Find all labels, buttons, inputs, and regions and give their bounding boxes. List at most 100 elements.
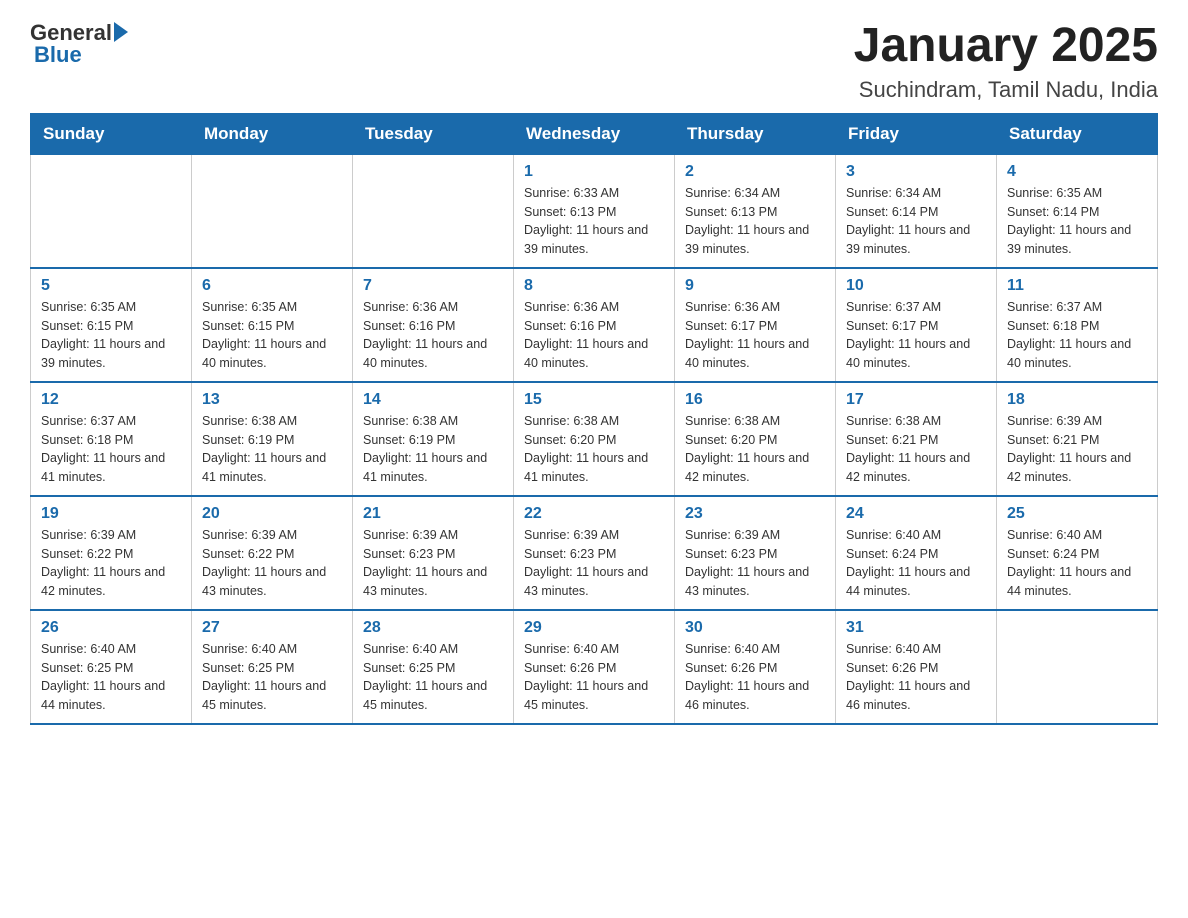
calendar-cell: 12Sunrise: 6:37 AM Sunset: 6:18 PM Dayli… <box>31 382 192 496</box>
calendar-cell: 8 Sunrise: 6:36 AM Sunset: 6:16 PM Daylig… <box>514 268 675 382</box>
day-number: 31 <box>846 619 986 637</box>
day-info: Sunrise: 6:35 AM Sunset: 6:15 PM Dayligh… <box>202 298 342 373</box>
day-number: 1 <box>524 163 664 181</box>
day-number: 3 <box>846 163 986 181</box>
calendar-cell <box>31 154 192 268</box>
calendar-cell <box>192 154 353 268</box>
calendar-cell: 13 Sunrise: 6:38 AM Sunset: 6:19 PM Dayli… <box>192 382 353 496</box>
page-header: General Blue January 2025 Suchindram, Ta… <box>30 20 1158 103</box>
logo-arrow-icon <box>114 22 128 42</box>
day-info: Sunrise: 6:33 AM Sunset: 6:13 PM Dayligh… <box>524 184 664 259</box>
calendar-cell: 15Sunrise: 6:38 AM Sunset: 6:20 PM Dayli… <box>514 382 675 496</box>
day-info: Sunrise: 6:34 AM Sunset: 6:13 PM Dayligh… <box>685 184 825 259</box>
day-number: 5 <box>41 277 181 295</box>
calendar-cell: 21 Sunrise: 6:39 AM Sunset: 6:23 PM Dayli… <box>353 496 514 610</box>
column-header-monday: Monday <box>192 113 353 154</box>
calendar-subtitle: Suchindram, Tamil Nadu, India <box>854 77 1158 103</box>
day-info: Sunrise: 6:39 AM Sunset: 6:21 PM Dayligh… <box>1007 412 1147 487</box>
logo: General Blue <box>30 20 128 68</box>
calendar-cell: 23Sunrise: 6:39 AM Sunset: 6:23 PM Dayli… <box>675 496 836 610</box>
column-header-thursday: Thursday <box>675 113 836 154</box>
day-info: Sunrise: 6:40 AM Sunset: 6:24 PM Dayligh… <box>846 526 986 601</box>
calendar-cell: 26 Sunrise: 6:40 AM Sunset: 6:25 PM Dayli… <box>31 610 192 724</box>
calendar-cell: 25Sunrise: 6:40 AM Sunset: 6:24 PM Dayli… <box>997 496 1158 610</box>
calendar-cell: 24Sunrise: 6:40 AM Sunset: 6:24 PM Dayli… <box>836 496 997 610</box>
day-info: Sunrise: 6:39 AM Sunset: 6:22 PM Dayligh… <box>202 526 342 601</box>
calendar-cell: 14 Sunrise: 6:38 AM Sunset: 6:19 PM Dayli… <box>353 382 514 496</box>
column-header-friday: Friday <box>836 113 997 154</box>
calendar-cell: 27 Sunrise: 6:40 AM Sunset: 6:25 PM Dayli… <box>192 610 353 724</box>
calendar-cell: 17 Sunrise: 6:38 AM Sunset: 6:21 PM Dayli… <box>836 382 997 496</box>
calendar-title-area: January 2025 Suchindram, Tamil Nadu, Ind… <box>854 20 1158 103</box>
day-info: Sunrise: 6:40 AM Sunset: 6:25 PM Dayligh… <box>41 640 181 715</box>
day-number: 10 <box>846 277 986 295</box>
day-number: 13 <box>202 391 342 409</box>
day-number: 16 <box>685 391 825 409</box>
calendar-week-row: 12Sunrise: 6:37 AM Sunset: 6:18 PM Dayli… <box>31 382 1158 496</box>
day-number: 12 <box>41 391 181 409</box>
day-number: 8 <box>524 277 664 295</box>
calendar-week-row: 26 Sunrise: 6:40 AM Sunset: 6:25 PM Dayli… <box>31 610 1158 724</box>
day-info: Sunrise: 6:36 AM Sunset: 6:16 PM Dayligh… <box>363 298 503 373</box>
calendar-cell: 22 Sunrise: 6:39 AM Sunset: 6:23 PM Dayli… <box>514 496 675 610</box>
day-info: Sunrise: 6:38 AM Sunset: 6:19 PM Dayligh… <box>202 412 342 487</box>
day-number: 7 <box>363 277 503 295</box>
calendar-cell: 7 Sunrise: 6:36 AM Sunset: 6:16 PM Daylig… <box>353 268 514 382</box>
day-number: 25 <box>1007 505 1147 523</box>
calendar-cell: 10 Sunrise: 6:37 AM Sunset: 6:17 PM Dayli… <box>836 268 997 382</box>
day-number: 14 <box>363 391 503 409</box>
calendar-cell: 19Sunrise: 6:39 AM Sunset: 6:22 PM Dayli… <box>31 496 192 610</box>
calendar-cell: 20Sunrise: 6:39 AM Sunset: 6:22 PM Dayli… <box>192 496 353 610</box>
day-info: Sunrise: 6:38 AM Sunset: 6:20 PM Dayligh… <box>524 412 664 487</box>
day-number: 22 <box>524 505 664 523</box>
day-info: Sunrise: 6:36 AM Sunset: 6:17 PM Dayligh… <box>685 298 825 373</box>
column-header-wednesday: Wednesday <box>514 113 675 154</box>
calendar-cell: 16 Sunrise: 6:38 AM Sunset: 6:20 PM Dayli… <box>675 382 836 496</box>
calendar-cell: 1 Sunrise: 6:33 AM Sunset: 6:13 PM Daylig… <box>514 154 675 268</box>
calendar-cell: 3Sunrise: 6:34 AM Sunset: 6:14 PM Daylig… <box>836 154 997 268</box>
day-info: Sunrise: 6:35 AM Sunset: 6:14 PM Dayligh… <box>1007 184 1147 259</box>
day-info: Sunrise: 6:38 AM Sunset: 6:20 PM Dayligh… <box>685 412 825 487</box>
day-number: 2 <box>685 163 825 181</box>
day-number: 4 <box>1007 163 1147 181</box>
day-number: 26 <box>41 619 181 637</box>
day-info: Sunrise: 6:39 AM Sunset: 6:23 PM Dayligh… <box>685 526 825 601</box>
day-number: 30 <box>685 619 825 637</box>
day-number: 9 <box>685 277 825 295</box>
column-header-sunday: Sunday <box>31 113 192 154</box>
day-number: 27 <box>202 619 342 637</box>
day-info: Sunrise: 6:39 AM Sunset: 6:22 PM Dayligh… <box>41 526 181 601</box>
logo-blue-text: Blue <box>34 42 82 68</box>
calendar-cell <box>997 610 1158 724</box>
column-header-tuesday: Tuesday <box>353 113 514 154</box>
calendar-cell: 31 Sunrise: 6:40 AM Sunset: 6:26 PM Dayli… <box>836 610 997 724</box>
calendar-cell: 2 Sunrise: 6:34 AM Sunset: 6:13 PM Daylig… <box>675 154 836 268</box>
day-info: Sunrise: 6:40 AM Sunset: 6:26 PM Dayligh… <box>524 640 664 715</box>
day-info: Sunrise: 6:40 AM Sunset: 6:26 PM Dayligh… <box>685 640 825 715</box>
day-number: 28 <box>363 619 503 637</box>
calendar-week-row: 5 Sunrise: 6:35 AM Sunset: 6:15 PM Daylig… <box>31 268 1158 382</box>
day-number: 17 <box>846 391 986 409</box>
column-header-saturday: Saturday <box>997 113 1158 154</box>
day-info: Sunrise: 6:37 AM Sunset: 6:17 PM Dayligh… <box>846 298 986 373</box>
day-info: Sunrise: 6:39 AM Sunset: 6:23 PM Dayligh… <box>363 526 503 601</box>
calendar-header-row: SundayMondayTuesdayWednesdayThursdayFrid… <box>31 113 1158 154</box>
day-number: 11 <box>1007 277 1147 295</box>
calendar-cell: 18Sunrise: 6:39 AM Sunset: 6:21 PM Dayli… <box>997 382 1158 496</box>
calendar-table: SundayMondayTuesdayWednesdayThursdayFrid… <box>30 113 1158 725</box>
calendar-cell: 29 Sunrise: 6:40 AM Sunset: 6:26 PM Dayli… <box>514 610 675 724</box>
day-info: Sunrise: 6:36 AM Sunset: 6:16 PM Dayligh… <box>524 298 664 373</box>
day-info: Sunrise: 6:40 AM Sunset: 6:25 PM Dayligh… <box>202 640 342 715</box>
calendar-title: January 2025 <box>854 20 1158 73</box>
day-number: 29 <box>524 619 664 637</box>
day-number: 21 <box>363 505 503 523</box>
day-info: Sunrise: 6:40 AM Sunset: 6:26 PM Dayligh… <box>846 640 986 715</box>
day-number: 6 <box>202 277 342 295</box>
calendar-cell: 28 Sunrise: 6:40 AM Sunset: 6:25 PM Dayli… <box>353 610 514 724</box>
day-info: Sunrise: 6:39 AM Sunset: 6:23 PM Dayligh… <box>524 526 664 601</box>
calendar-cell: 30 Sunrise: 6:40 AM Sunset: 6:26 PM Dayli… <box>675 610 836 724</box>
day-info: Sunrise: 6:37 AM Sunset: 6:18 PM Dayligh… <box>1007 298 1147 373</box>
day-info: Sunrise: 6:38 AM Sunset: 6:21 PM Dayligh… <box>846 412 986 487</box>
day-info: Sunrise: 6:38 AM Sunset: 6:19 PM Dayligh… <box>363 412 503 487</box>
day-info: Sunrise: 6:40 AM Sunset: 6:25 PM Dayligh… <box>363 640 503 715</box>
